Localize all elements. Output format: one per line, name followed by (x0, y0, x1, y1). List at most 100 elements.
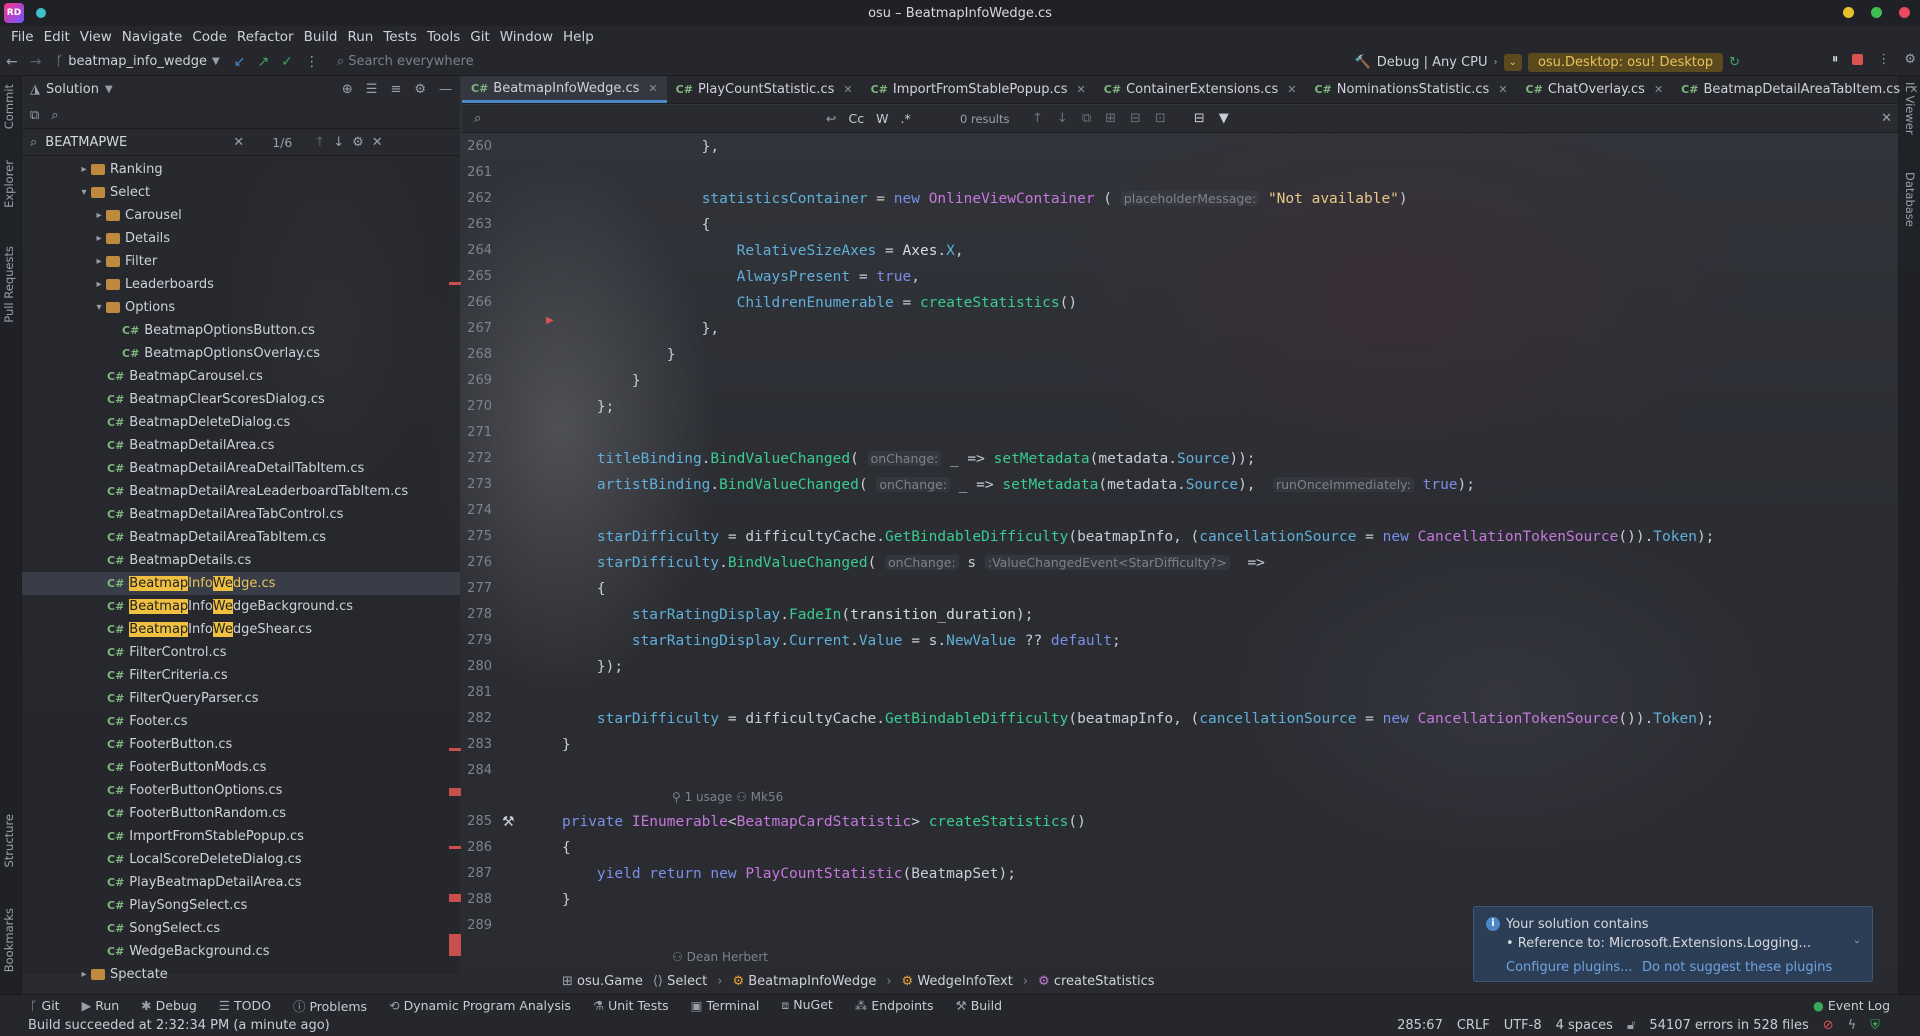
tree-file[interactable]: C# BeatmapDetailAreaDetailTabItem.cs (22, 457, 460, 480)
line-number[interactable]: 279 (462, 633, 492, 648)
line-number[interactable]: 281 (462, 685, 492, 700)
menu-navigate[interactable]: Navigate (117, 29, 188, 45)
run-target[interactable]: osu.Desktop: osu! Desktop (1527, 52, 1724, 72)
explorer-tool-button[interactable]: Explorer (2, 160, 16, 208)
tree-file[interactable]: C# BeatmapDetailAreaTabItem.cs (22, 526, 460, 549)
filter-icon[interactable]: ⧉ (30, 108, 39, 123)
tree-file[interactable]: C# WedgeBackground.cs (22, 940, 460, 963)
database-tool-button[interactable]: Database (1903, 172, 1917, 227)
tree-file[interactable]: C# ImportFromStablePopup.cs (22, 825, 460, 848)
add-occurrence-icon[interactable]: ⊞ (1105, 111, 1116, 126)
menu-edit[interactable]: Edit (39, 29, 75, 45)
tool-build[interactable]: ⚒ Build (955, 998, 1002, 1013)
tree-file[interactable]: C# BeatmapClearScoresDialog.cs (22, 388, 460, 411)
settings-gear-icon[interactable]: ⚙ (1904, 52, 1916, 67)
git-push-icon[interactable]: ↗ (251, 54, 275, 70)
find-search-icon[interactable]: ⌕ (474, 111, 481, 126)
tree-file[interactable]: C# BeatmapInfoWedgeShear.cs (22, 618, 460, 641)
menu-build[interactable]: Build (299, 29, 343, 45)
expand-chevron-icon[interactable]: ⌄ (1850, 935, 1864, 946)
tree-folder[interactable]: ▸ Carousel (22, 204, 460, 227)
close-tab-icon[interactable]: ✕ (1498, 83, 1507, 96)
breakpoint-marker-icon[interactable]: ▶ (546, 315, 554, 326)
previous-match-icon[interactable]: ↑ (314, 135, 325, 150)
funnel-icon[interactable]: ▼ (1219, 111, 1229, 126)
close-tab-icon[interactable]: ✕ (1077, 83, 1086, 96)
tree-file[interactable]: C# LocalScoreDeleteDialog.cs (22, 848, 460, 871)
tree-file[interactable]: C# BeatmapDetailAreaTabControl.cs (22, 503, 460, 526)
tab-nominationsstatistic[interactable]: C# NominationsStatistic.cs ✕ (1305, 76, 1516, 103)
tool-endpoints[interactable]: ⁂ Endpoints (855, 998, 934, 1013)
stop-icon[interactable] (1852, 54, 1864, 65)
pause-icon[interactable]: ⏸ (1832, 52, 1839, 67)
tree-folder[interactable]: ▾ Select (22, 181, 460, 204)
search-everywhere[interactable]: ⌕ Search everywhere (337, 54, 517, 69)
breadcrumb-class[interactable]: ⚙ BeatmapInfoWedge (732, 974, 876, 989)
line-number[interactable]: 265 (462, 269, 492, 284)
resharper-icon[interactable]: ϟ (1848, 1018, 1857, 1033)
indent-setting[interactable]: 4 spaces (1556, 1018, 1613, 1033)
tree-file[interactable]: C# BeatmapCarousel.cs (22, 365, 460, 388)
inspections-shield-icon[interactable]: ⛨ (1870, 1018, 1880, 1033)
breadcrumb-method[interactable]: ⚙ createStatistics (1038, 974, 1155, 989)
breadcrumb-select[interactable]: ⟨⟩ Select (653, 974, 707, 989)
tree-file[interactable]: C# SongSelect.cs (22, 917, 460, 940)
tab-containerextensions[interactable]: C# ContainerExtensions.cs ✕ (1095, 76, 1306, 103)
line-number[interactable]: 285 (462, 814, 492, 829)
tree-file[interactable]: C# BeatmapInfoWedgeBackground.cs (22, 595, 460, 618)
line-number[interactable]: 272 (462, 451, 492, 466)
rerun-icon[interactable]: ↻ (1729, 55, 1740, 70)
tab-importfromstablepopup[interactable]: C# ImportFromStablePopup.cs ✕ (862, 76, 1095, 103)
tab-beatmapinfowedge[interactable]: C# BeatmapInfoWedge.cs ✕ (462, 76, 667, 103)
line-number[interactable]: 284 (462, 763, 492, 778)
git-commit-icon[interactable]: ✓ (275, 54, 299, 70)
filter-options-icon[interactable]: ⊟ (1194, 111, 1205, 126)
line-number[interactable]: 278 (462, 607, 492, 622)
tree-file[interactable]: C# BeatmapDeleteDialog.cs (22, 411, 460, 434)
line-separator[interactable]: CRLF (1457, 1018, 1490, 1033)
file-encoding[interactable]: UTF-8 (1504, 1018, 1542, 1033)
tree-folder[interactable]: ▸ Leaderboards (22, 273, 460, 296)
tool-problems[interactable]: ⓘ Problems (293, 996, 367, 1015)
tree-folder[interactable]: ▸ Filter (22, 250, 460, 273)
line-number[interactable]: 276 (462, 555, 492, 570)
tree-file[interactable]: C# FooterButtonRandom.cs (22, 802, 460, 825)
line-number[interactable]: 268 (462, 347, 492, 362)
line-number[interactable]: 269 (462, 373, 492, 388)
tool-dpa[interactable]: ⟲ Dynamic Program Analysis (389, 998, 571, 1013)
menu-git[interactable]: Git (465, 29, 495, 45)
back-arrow-icon[interactable]: ← (0, 54, 24, 70)
tree-folder[interactable]: ▾ Options (22, 296, 460, 319)
line-number[interactable]: 282 (462, 711, 492, 726)
search-options-gear-icon[interactable]: ⚙ (352, 135, 364, 150)
git-update-icon[interactable]: ↙ (228, 54, 252, 70)
find-history-icon[interactable]: ↩ (826, 111, 836, 126)
menu-run[interactable]: Run (342, 29, 378, 45)
whole-word-toggle[interactable]: W (876, 111, 888, 126)
tree-speed-search[interactable]: ⌕ BEATMAPWE ✕ 1/6 ↑ ↓ ⚙ ✕ (22, 128, 460, 156)
run-configuration[interactable]: 🔨 Debug | Any CPU › ⌄ osu.Desktop: osu! … (1355, 51, 1740, 73)
tree-file[interactable]: C# Footer.cs (22, 710, 460, 733)
menu-refactor[interactable]: Refactor (232, 29, 299, 45)
tree-file[interactable]: C# BeatmapInfoWedge.cs (22, 572, 460, 595)
menu-view[interactable]: View (75, 29, 117, 45)
line-number[interactable]: 270 (462, 399, 492, 414)
tab-playcountstatistic[interactable]: C# PlayCountStatistic.cs ✕ (667, 76, 862, 103)
line-number[interactable]: 273 (462, 477, 492, 492)
code-editor[interactable]: }, statisticsContainer = new OnlineViewC… (562, 134, 1874, 974)
maximize-button[interactable] (1871, 7, 1882, 18)
tree-file[interactable]: C# BeatmapDetailArea.cs (22, 434, 460, 457)
tool-terminal[interactable]: ▣ Terminal (691, 998, 760, 1013)
clear-search-icon[interactable]: ✕ (233, 135, 244, 150)
structure-tool-button[interactable]: Structure (2, 814, 16, 868)
tree-file[interactable]: C# FooterButtonOptions.cs (22, 779, 460, 802)
minimize-button[interactable] (1843, 7, 1854, 18)
close-tab-icon[interactable]: ✕ (1909, 83, 1918, 96)
breadcrumb-namespace[interactable]: ⊞ osu.Game (562, 974, 643, 989)
tree-folder[interactable]: ▸ Spectate (22, 963, 460, 986)
line-number[interactable]: 277 (462, 581, 492, 596)
tree-file[interactable]: C# FilterControl.cs (22, 641, 460, 664)
line-number[interactable]: 289 (462, 918, 492, 933)
chevron-right-icon[interactable]: ▸ (92, 210, 106, 221)
close-search-icon[interactable]: ✕ (372, 135, 383, 150)
